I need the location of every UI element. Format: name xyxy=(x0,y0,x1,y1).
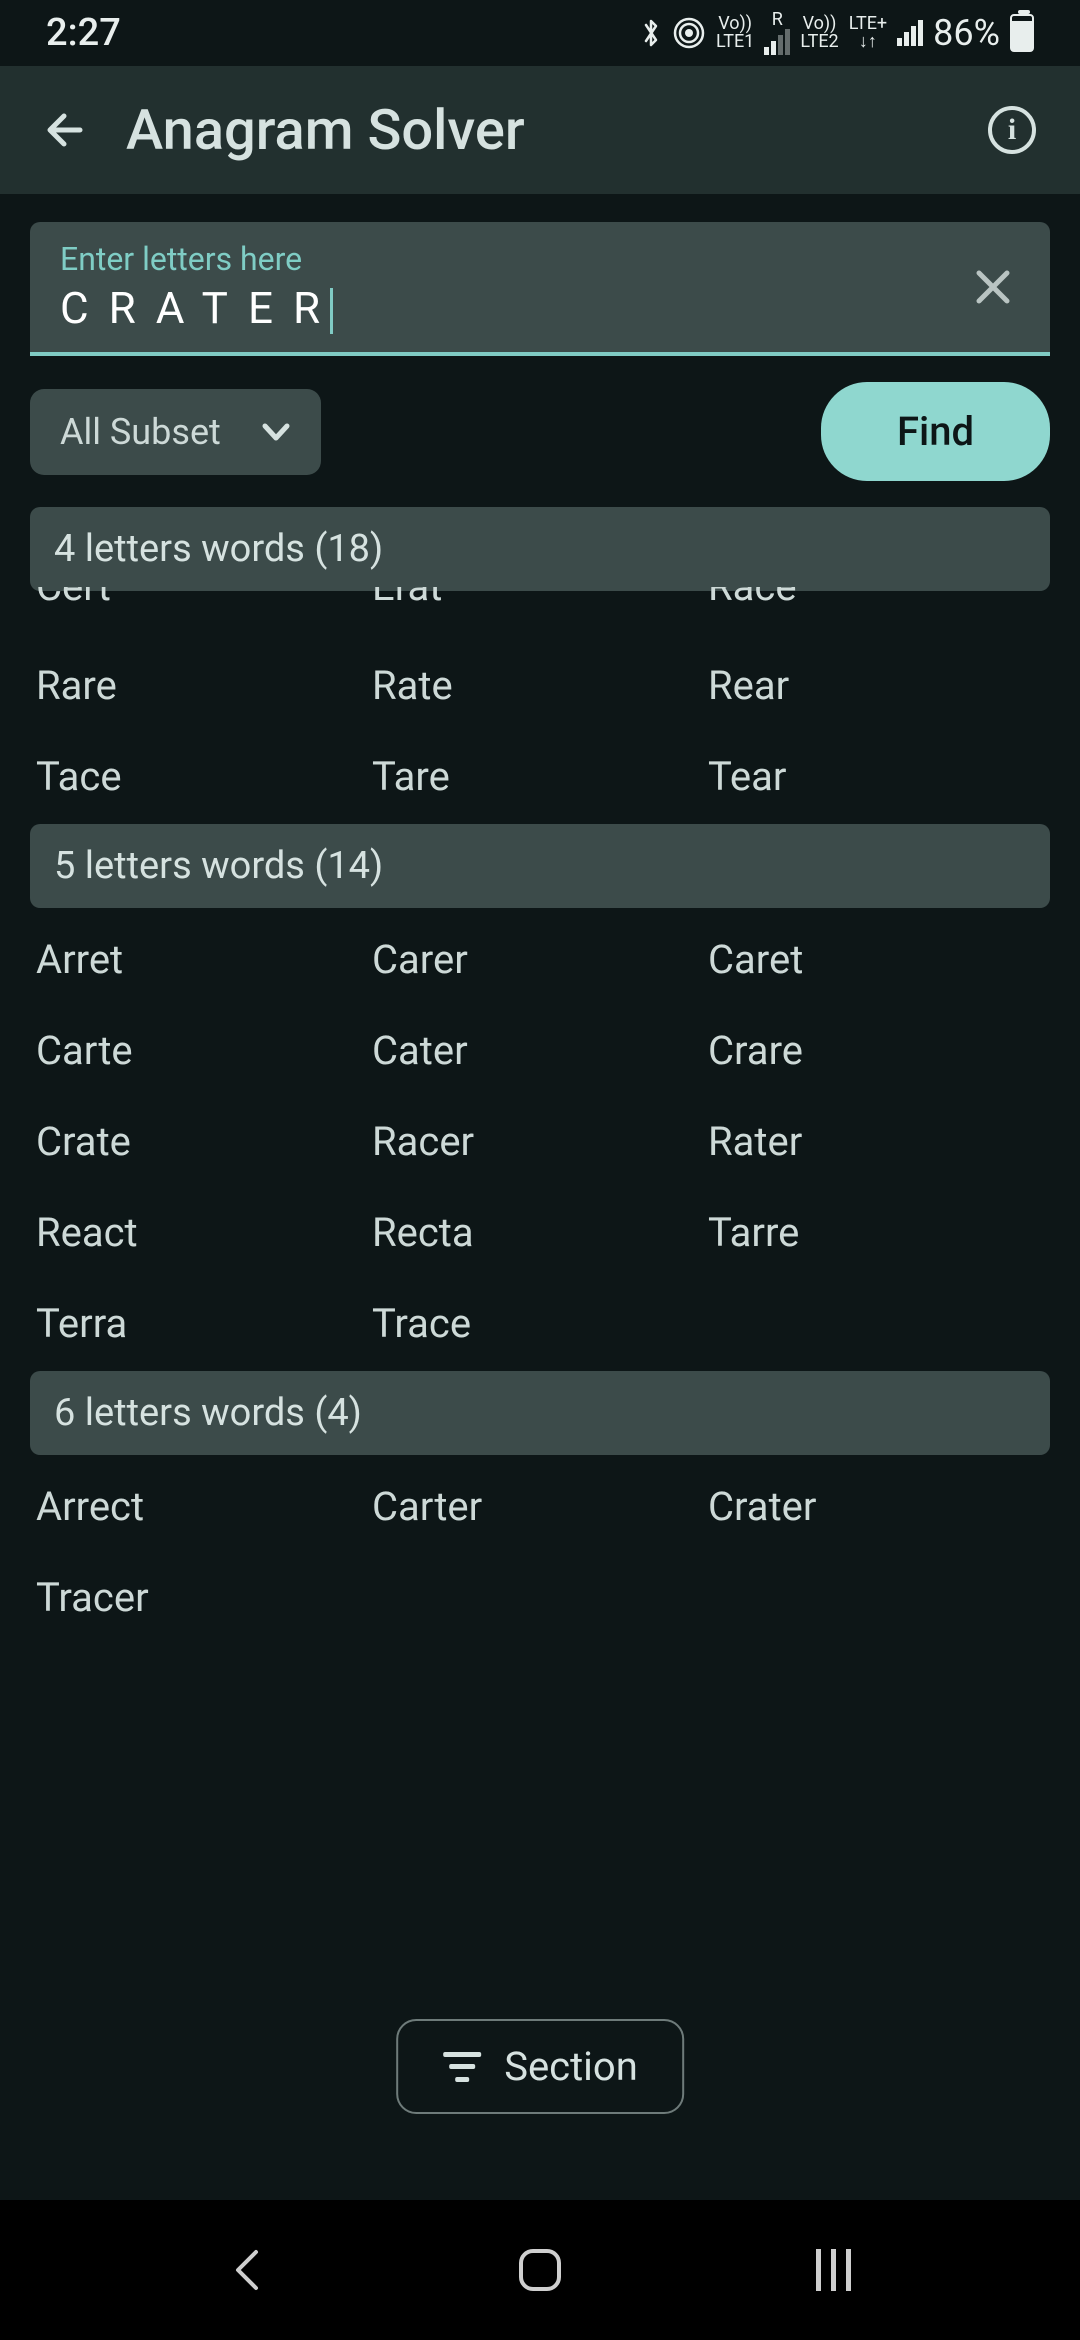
nav-home-button[interactable] xyxy=(510,2240,570,2300)
dropdown-label: All Subset xyxy=(60,411,221,453)
word-item[interactable]: Tace xyxy=(36,753,372,800)
sim1-roaming-indicator: R xyxy=(764,11,790,55)
subset-dropdown[interactable]: All Subset xyxy=(30,389,321,475)
word-item[interactable]: Race xyxy=(708,587,1044,610)
info-button[interactable]: i xyxy=(984,102,1040,158)
word-item[interactable]: Cater xyxy=(372,1027,708,1074)
section-header-6[interactable]: 6 letters words (4) xyxy=(30,1371,1050,1455)
input-label: Enter letters here xyxy=(60,240,966,278)
word-item[interactable]: Caret xyxy=(708,936,1044,983)
word-item[interactable]: Crare xyxy=(708,1027,1044,1074)
word-item[interactable]: Carte xyxy=(36,1027,372,1074)
word-item[interactable]: Tracer xyxy=(36,1574,372,1621)
word-item[interactable]: Crate xyxy=(36,1118,372,1165)
back-button[interactable] xyxy=(40,105,90,155)
signal-bars-icon xyxy=(897,20,923,46)
chevron-down-icon xyxy=(261,417,291,447)
page-title: Anagram Solver xyxy=(126,97,948,163)
word-item[interactable]: Carer xyxy=(372,936,708,983)
word-item[interactable]: Tear xyxy=(708,753,1044,800)
word-item[interactable]: Crater xyxy=(708,1483,1044,1530)
section-header-5[interactable]: 5 letters words (14) xyxy=(30,824,1050,908)
word-item[interactable]: Arret xyxy=(36,936,372,983)
nav-back-button[interactable] xyxy=(217,2240,277,2300)
battery-percentage: 86% xyxy=(933,12,1000,54)
info-icon: i xyxy=(988,106,1036,154)
sim2-lte-indicator: LTE+ ↓↑ xyxy=(849,15,887,51)
nav-home-icon xyxy=(519,2249,561,2291)
signal-bars-icon xyxy=(764,29,790,55)
find-button[interactable]: Find xyxy=(821,382,1050,481)
word-item[interactable]: Erat xyxy=(372,587,708,610)
word-item[interactable]: Trace xyxy=(372,1300,708,1347)
word-item[interactable]: Tare xyxy=(372,753,708,800)
section-jump-button[interactable]: Section xyxy=(396,2019,684,2114)
letters-input[interactable]: CRATER xyxy=(60,282,966,334)
status-time: 2:27 xyxy=(46,11,121,55)
nav-back-icon xyxy=(230,2248,264,2292)
word-item[interactable]: React xyxy=(36,1209,372,1256)
controls-row: All Subset Find xyxy=(30,382,1050,481)
word-item[interactable]: Rear xyxy=(708,662,1044,709)
word-item[interactable]: Tarre xyxy=(708,1209,1044,1256)
word-item[interactable]: Terra xyxy=(36,1300,372,1347)
status-bar: 2:27 Vo)) LTE1 R Vo)) LTE2 LTE+ ↓↑ 86% xyxy=(0,0,1080,66)
text-cursor xyxy=(330,288,333,334)
bluetooth-icon xyxy=(640,16,662,50)
word-item[interactable]: Rater xyxy=(708,1118,1044,1165)
app-bar: Anagram Solver i xyxy=(0,66,1080,194)
content-area: Enter letters here CRATER All Subset Fin… xyxy=(0,194,1080,1621)
system-nav-bar xyxy=(0,2200,1080,2340)
section-button-label: Section xyxy=(504,2043,638,2090)
word-item[interactable]: Carter xyxy=(372,1483,708,1530)
section-header-4[interactable]: 4 letters words (18) xyxy=(30,507,1050,591)
sim2-indicator: Vo)) LTE2 xyxy=(800,15,838,51)
clear-input-button[interactable] xyxy=(966,260,1020,314)
filter-icon xyxy=(442,2052,482,2082)
word-item[interactable]: Arrect xyxy=(36,1483,372,1530)
word-item[interactable]: Recta xyxy=(372,1209,708,1256)
nav-recents-icon xyxy=(816,2249,851,2291)
word-item[interactable]: Racer xyxy=(372,1118,708,1165)
status-right-cluster: Vo)) LTE1 R Vo)) LTE2 LTE+ ↓↑ 86% xyxy=(640,11,1034,55)
sim1-indicator: Vo)) LTE1 xyxy=(716,15,754,51)
letters-input-container[interactable]: Enter letters here CRATER xyxy=(30,222,1050,356)
word-item[interactable]: Rate xyxy=(372,662,708,709)
word-item[interactable]: Cert xyxy=(36,587,372,610)
hotspot-icon xyxy=(672,16,706,50)
close-icon xyxy=(971,265,1015,309)
battery-icon xyxy=(1010,14,1034,52)
nav-recents-button[interactable] xyxy=(803,2240,863,2300)
word-item[interactable]: Rare xyxy=(36,662,372,709)
